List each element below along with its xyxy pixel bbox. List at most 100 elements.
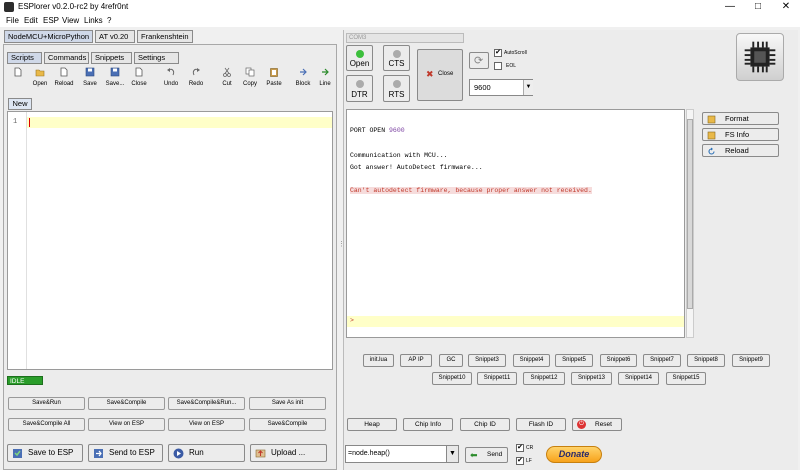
tab-at[interactable]: AT v0.20 [95,30,135,43]
snippet-5-button[interactable]: Snippet5 [555,354,593,367]
scrollbar-thumb[interactable] [687,119,693,309]
send-arrow-icon: ⬅ [470,450,478,460]
close-port-button[interactable]: ✖ Close [417,49,463,101]
new-file-button[interactable] [6,65,30,95]
eol-checkbox[interactable] [494,62,502,70]
snippet-15-button[interactable]: Snippet15 [666,372,706,385]
snippet-10-button[interactable]: Snippet10 [432,372,472,385]
close-window-button[interactable]: ✕ [772,0,800,14]
menu-esp[interactable]: ESP [43,16,59,25]
terminal-scrollbar[interactable] [686,109,694,338]
format-icon [707,115,716,124]
reload-button[interactable]: Reload [52,65,76,95]
upload-button[interactable]: Upload ... [250,444,327,462]
menu-links[interactable]: Links [84,16,103,25]
status-badge: IDLE [7,376,43,385]
donate-button[interactable]: Donate [546,446,602,463]
app-icon [4,2,14,12]
cut-button[interactable]: Cut [215,65,239,95]
snippet-14-button[interactable]: Snippet14 [618,372,659,385]
save-as-button[interactable]: Save... [103,65,127,95]
snippet-init-lua-button[interactable]: init.lua [363,354,394,367]
reload-fs-button[interactable]: Reload [702,144,779,157]
open-port-button[interactable]: Open [346,45,373,71]
snippet-6-button[interactable]: Snippet6 [600,354,637,367]
menu-help[interactable]: ? [107,16,111,25]
flash-id-button[interactable]: Flash ID [516,418,566,431]
snippet-3-button[interactable]: Snippet3 [468,354,506,367]
panel-splitter[interactable]: ⋮ [338,240,345,252]
chip-info-button[interactable]: Chip Info [403,418,453,431]
tab-snippets[interactable]: Snippets [91,52,132,64]
run-button[interactable]: Run [168,444,245,462]
baud-select[interactable]: 9600 ▼ [469,79,533,96]
view-on-esp-button-2[interactable]: View on ESP [168,418,245,431]
format-button[interactable]: Format [702,112,779,125]
block-button[interactable]: Block [291,65,315,95]
open-button[interactable]: Open [28,65,52,95]
autoscroll-checkbox[interactable]: ✔ [494,49,502,57]
serial-terminal[interactable]: PORT OPEN 9600 Communication with MCU...… [346,109,685,338]
minimize-button[interactable]: — [716,0,744,14]
terminal-current-line [347,316,684,327]
dtr-button[interactable]: DTR [346,75,373,102]
snippet-7-button[interactable]: Snippet7 [643,354,681,367]
command-input[interactable]: =node.heap() [345,445,447,463]
snippet-12-button[interactable]: Snippet12 [523,372,565,385]
send-to-esp-button[interactable]: Send to ESP [88,444,163,462]
paste-button[interactable]: Paste [262,65,286,95]
send-button[interactable]: ⬅ Send [465,447,508,463]
save-button[interactable]: Save [78,65,102,95]
open-folder-icon [35,69,45,77]
terminal-prompt: > [350,317,354,324]
menu-edit[interactable]: Edit [24,16,38,25]
undo-button[interactable]: Undo [159,65,183,95]
paste-icon [270,68,278,77]
save-compile-run-button[interactable]: Save&Compile&Run... [168,397,245,410]
title-bar: ESPlorer v0.2.0-rc2 by 4refr0nt — □ ✕ [0,0,800,14]
snippet-8-button[interactable]: Snippet8 [687,354,725,367]
view-on-esp-button[interactable]: View on ESP [88,418,165,431]
fs-info-button[interactable]: FS Info [702,128,779,141]
redo-button[interactable]: Redo [184,65,208,95]
save-to-esp-button[interactable]: Save to ESP [7,444,83,462]
tab-nodemcu-micropython[interactable]: NodeMCU+MicroPython [4,30,93,43]
send-to-esp-icon [94,449,103,458]
lf-checkbox[interactable]: ✔ [516,457,524,465]
close-file-button[interactable]: Close [127,65,151,95]
menu-bar: File Edit ESP View Links ? [0,14,800,27]
snippet-4-button[interactable]: Snippet4 [513,354,550,367]
tab-new-file[interactable]: New [8,98,32,110]
save-and-run-button[interactable]: Save&Run [8,397,85,410]
save-and-compile-button[interactable]: Save&Compile [88,397,165,410]
menu-view[interactable]: View [62,16,79,25]
chip-id-button[interactable]: Chip ID [460,418,510,431]
tab-scripts[interactable]: Scripts [7,52,42,64]
reset-button[interactable]: ⏻ Reset [572,418,622,431]
snippet-gc-button[interactable]: GC [439,354,463,367]
tab-settings[interactable]: Settings [134,52,179,64]
copy-button[interactable]: Copy [238,65,262,95]
snippet-9-button[interactable]: Snippet9 [732,354,770,367]
cts-indicator[interactable]: CTS [383,45,410,71]
port-selector[interactable]: COM3 [346,33,464,43]
cr-checkbox[interactable]: ✔ [516,444,524,452]
save-compile-button-2[interactable]: Save&Compile [249,418,326,431]
refresh-ports-button[interactable]: ⟳ [469,52,489,69]
terminal-line: Got answer! AutoDetect firmware... [350,164,483,171]
rts-button[interactable]: RTS [383,75,410,102]
tab-frankenshtein[interactable]: Frankenshtein [137,30,193,43]
snippet-11-button[interactable]: Snippet11 [477,372,517,385]
command-history-dropdown[interactable]: ▼ [446,445,459,463]
snippet-ap-ip-button[interactable]: AP IP [400,354,432,367]
heap-button[interactable]: Heap [347,418,397,431]
menu-file[interactable]: File [6,16,19,25]
save-compile-all-button[interactable]: Save&Compile All [8,418,85,431]
code-editor[interactable]: 1 [7,111,333,370]
save-as-init-button[interactable]: Save As init [249,397,326,410]
line-button[interactable]: Line [316,65,334,95]
tab-commands[interactable]: Commands [44,52,89,64]
maximize-button[interactable]: □ [744,0,772,14]
snippet-13-button[interactable]: Snippet13 [571,372,612,385]
copy-icon [245,67,255,77]
